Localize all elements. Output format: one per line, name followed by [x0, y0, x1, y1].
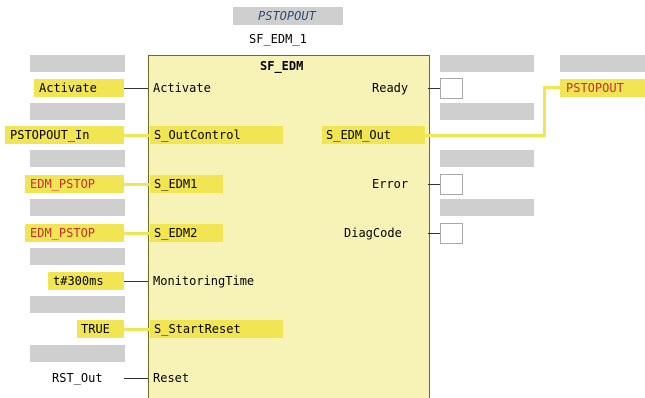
output-placeholder-diagcode[interactable]	[440, 199, 534, 216]
instance-id[interactable]: SF_EDM_1	[249, 30, 307, 48]
output-pin-s-edm-out: S_EDM_Out	[326, 128, 392, 142]
input-wire-s-edm2	[124, 232, 150, 235]
function-block-type: SF_EDM	[260, 59, 304, 73]
output-pin-diagcode: DiagCode	[344, 226, 402, 240]
input-placeholder-s-edm1[interactable]	[30, 150, 125, 167]
output-wire-diagcode	[428, 233, 440, 234]
output-placeholder-s-edm-out[interactable]	[560, 55, 645, 72]
input-wire-monitoringtime	[124, 281, 148, 282]
input-value-s-startreset[interactable]: TRUE	[81, 320, 110, 338]
output-pin-ready: Ready	[372, 81, 409, 95]
input-pin-s-startreset: S_StartReset	[154, 322, 241, 336]
input-pin-s-edm1: S_EDM1	[154, 177, 198, 191]
input-placeholder-s-startreset[interactable]	[30, 296, 125, 313]
input-wire-s-edm1	[124, 183, 150, 186]
input-value-reset[interactable]: RST_Out	[52, 369, 103, 387]
input-wire-s-outcontrol	[124, 134, 150, 137]
input-placeholder-s-outcontrol[interactable]	[30, 103, 125, 120]
input-value-activate[interactable]: Activate	[39, 79, 97, 97]
output-wire-ready	[428, 88, 440, 89]
instance-name: PSTOPOUT	[258, 9, 316, 23]
input-pin-monitoringtime: MonitoringTime	[153, 274, 255, 288]
input-pin-s-outcontrol: S_OutControl	[154, 128, 241, 142]
output-placeholder-ready[interactable]	[440, 55, 534, 72]
input-wire-reset	[124, 378, 148, 379]
output-wire-s-edm-out-h	[425, 134, 546, 137]
output-placeholder-error[interactable]	[440, 150, 534, 167]
output-value-error[interactable]	[440, 174, 463, 195]
input-value-s-edm2[interactable]: EDM_PSTOP	[30, 224, 95, 242]
input-pin-activate: Activate	[153, 81, 211, 95]
output-value-diagcode[interactable]	[440, 223, 463, 244]
output-wire-error	[428, 184, 440, 185]
input-value-s-edm1[interactable]: EDM_PSTOP	[30, 175, 95, 193]
output-value-s-edm-out[interactable]: PSTOPOUT	[566, 79, 624, 97]
output-pin-error: Error	[372, 177, 409, 191]
input-placeholder-activate[interactable]	[30, 55, 125, 72]
output-placeholder-s-edm-out-2[interactable]	[440, 103, 534, 120]
input-placeholder-reset[interactable]	[30, 345, 125, 362]
input-wire-activate	[124, 88, 148, 89]
input-value-monitoringtime[interactable]: t#300ms	[53, 272, 104, 290]
input-pin-reset: Reset	[153, 371, 190, 385]
input-placeholder-monitoringtime[interactable]	[30, 248, 125, 265]
input-pin-s-edm2: S_EDM2	[154, 226, 198, 240]
output-wire-s-edm-out-top	[543, 86, 560, 89]
input-wire-s-startreset	[124, 328, 150, 331]
output-value-ready[interactable]	[440, 78, 463, 99]
input-placeholder-s-edm2[interactable]	[30, 199, 125, 216]
output-wire-s-edm-out-v	[543, 86, 546, 137]
input-value-s-outcontrol[interactable]: PSTOPOUT_In	[10, 126, 89, 144]
